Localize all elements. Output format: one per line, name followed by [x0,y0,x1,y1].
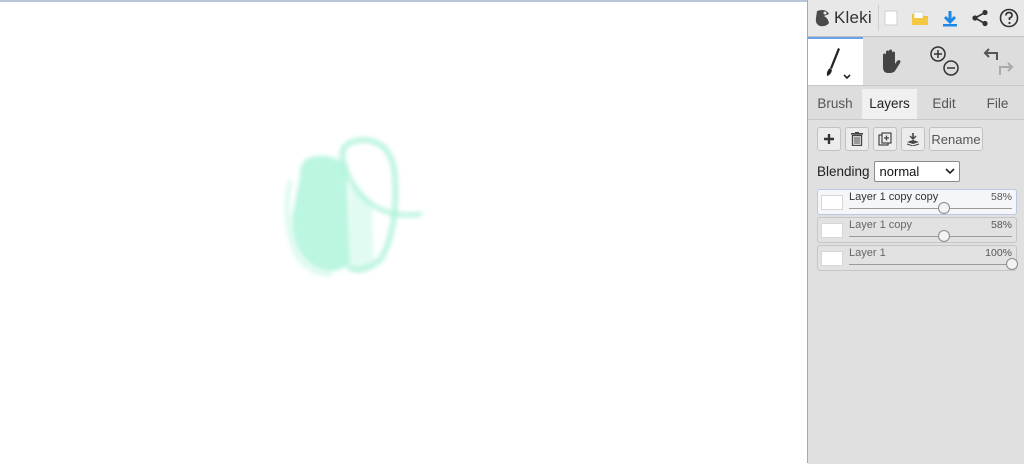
layer-opacity: 58% [990,191,1012,203]
blending-value: normal [879,163,920,179]
hand-tool[interactable] [863,37,917,85]
layer-name: Layer 1 copy copy [849,191,939,203]
opacity-slider-knob[interactable] [1006,258,1018,270]
plus-icon [824,134,834,144]
opacity-slider-knob[interactable] [937,230,950,242]
open-folder-icon [912,11,928,25]
new-image-icon [884,10,898,26]
top-toolbar: Kleki [808,0,1024,37]
layer-thumbnail [821,195,843,210]
layer-name: Layer 1 [849,247,886,259]
logo-text: Kleki [834,8,872,27]
open-button[interactable] [906,4,934,32]
brush-tool[interactable] [808,37,863,85]
help-icon [999,8,1019,28]
duplicate-layer-button[interactable] [873,127,897,151]
opacity-track[interactable] [849,264,1012,265]
layer-item[interactable]: Layer 1 100% [817,245,1018,271]
trash-icon [851,132,863,146]
tab-layers[interactable]: Layers [862,89,917,119]
share-icon [972,9,988,27]
download-button[interactable] [936,4,964,32]
delete-layer-button[interactable] [845,127,869,151]
download-icon [943,11,957,27]
layer-item[interactable]: Layer 1 copy 58% [817,217,1017,243]
opacity-track[interactable] [849,208,1012,209]
help-button[interactable] [995,4,1023,32]
tab-brush[interactable]: Brush [808,89,862,119]
blending-label: Blending [817,163,870,179]
tool-row [808,37,1024,86]
new-image-button[interactable] [877,4,905,32]
stroke-group [284,136,423,277]
add-layer-button[interactable] [817,127,841,151]
opacity-track[interactable] [849,236,1012,237]
opacity-slider-knob[interactable] [937,202,950,214]
undo-redo-tool[interactable] [971,37,1024,85]
layer-opacity: 100% [985,247,1012,259]
rename-layer-button[interactable]: Rename [929,127,983,151]
tab-edit[interactable]: Edit [917,89,971,119]
undo-redo-icon [983,48,1013,75]
brush-icon [826,48,851,80]
blending-row: Blending normal [817,160,960,182]
hand-icon [883,49,901,73]
side-panel: Kleki Brush Layers Edit File Rename Blen… [807,0,1024,464]
chevron-down-icon [944,167,955,174]
merge-down-icon [906,133,920,146]
layer-opacity: 58% [990,219,1012,231]
drawing-canvas[interactable] [0,2,807,463]
layer-thumbnail [821,251,843,266]
merge-layer-button[interactable] [901,127,925,151]
share-button[interactable] [966,4,994,32]
duplicate-icon [878,132,892,146]
layer-thumbnail [821,223,843,238]
layer-name: Layer 1 copy [849,219,912,231]
zoom-icon [930,46,959,76]
tab-file[interactable]: File [971,89,1024,119]
zoom-tool[interactable] [917,37,971,85]
canvas-artwork [284,136,423,277]
kleki-logo[interactable]: Kleki [814,5,872,31]
fill-stroke [292,155,350,271]
blending-select[interactable]: normal [873,160,960,182]
layers-panel: Rename Blending normal Layer 1 copy copy… [808,119,1024,464]
layer-item[interactable]: Layer 1 copy copy 58% [817,189,1017,215]
panel-tabs: Brush Layers Edit File [808,89,1024,119]
kleki-logo-icon [815,10,829,27]
